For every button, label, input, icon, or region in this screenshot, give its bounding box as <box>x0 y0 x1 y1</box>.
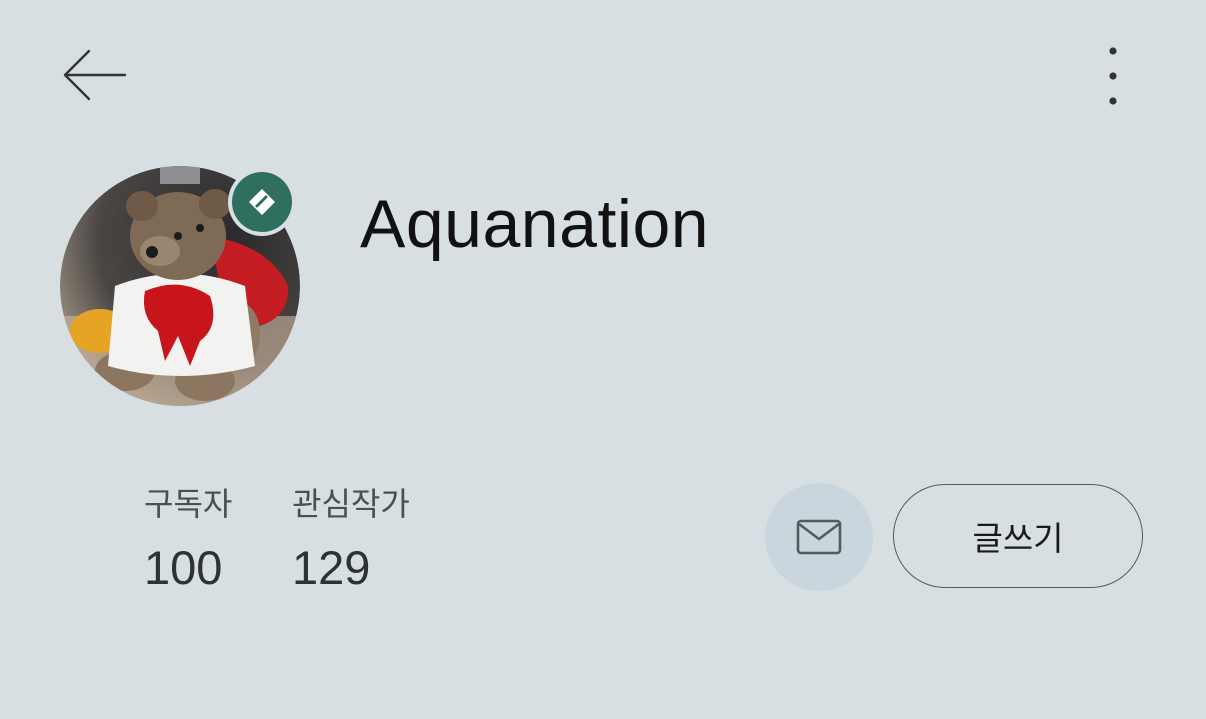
subscribers-label: 구독자 <box>144 485 233 523</box>
following-count: 129 <box>292 541 371 594</box>
more-options-button[interactable] <box>1088 40 1138 112</box>
author-badge-icon <box>249 189 275 215</box>
profile-avatar[interactable] <box>60 166 300 406</box>
following-label: 관심작가 <box>292 485 410 523</box>
profile-username: Aquanation <box>360 186 710 262</box>
back-button[interactable] <box>52 42 136 108</box>
envelope-icon <box>796 519 842 555</box>
author-badge <box>228 168 296 236</box>
write-button[interactable]: 글쓰기 <box>893 484 1143 588</box>
subscribers-count: 100 <box>144 541 223 594</box>
following-stat[interactable]: 관심작가 129 <box>292 482 410 600</box>
message-button[interactable] <box>765 483 873 591</box>
subscribers-stat[interactable]: 구독자 100 <box>144 482 232 600</box>
arrow-left-icon <box>63 49 127 101</box>
more-vertical-icon <box>1109 47 1117 105</box>
